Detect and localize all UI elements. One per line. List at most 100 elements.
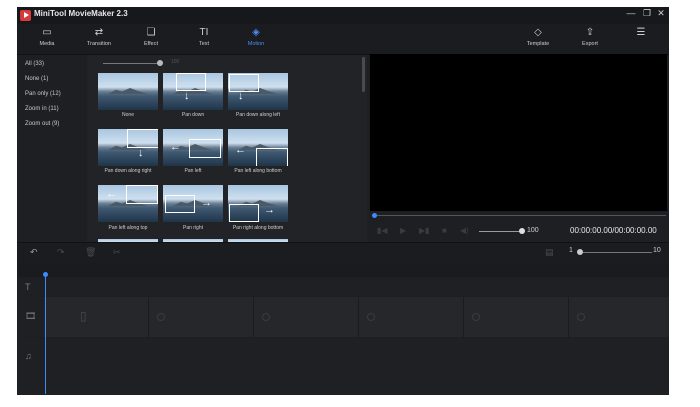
slider-track <box>103 63 158 64</box>
export-icon: ⇪ <box>585 27 595 38</box>
motion-category-sidebar: All (33) None (1) Pan only (12) Zoom in … <box>17 55 87 242</box>
next-frame-icon[interactable]: ▶▮ <box>419 226 430 235</box>
arrow-left-icon: ← <box>106 188 117 200</box>
motion-thumbnail-pan-right[interactable]: → <box>163 185 223 222</box>
motion-frame <box>229 74 259 92</box>
arrow-left-icon: ← <box>170 141 181 153</box>
media-drop-slot[interactable] <box>254 297 359 337</box>
effect-icon: ❏ <box>146 27 156 38</box>
volume-slider[interactable] <box>479 231 523 232</box>
fit-timeline-icon[interactable]: ▤ <box>545 247 554 258</box>
transition-slot-icon <box>367 313 375 321</box>
volume-handle[interactable] <box>519 228 525 234</box>
tab-transition[interactable]: ⇄ Transition <box>79 27 119 47</box>
timeline-zoom-slider[interactable] <box>577 252 652 253</box>
timeline-zoom-max: 10 <box>653 247 661 254</box>
tab-motion[interactable]: ◈ Motion <box>236 27 276 47</box>
volume-icon[interactable]: ◀) <box>460 226 469 235</box>
text-track: T <box>17 279 669 295</box>
panel-scrollbar[interactable] <box>362 57 365 92</box>
arrow-right-icon: → <box>264 204 275 216</box>
arrow-down-icon: ↓ <box>138 147 144 159</box>
video-preview <box>370 54 667 211</box>
playhead-handle[interactable] <box>43 272 48 277</box>
category-zoom-out[interactable]: Zoom out (9) <box>25 121 59 127</box>
motion-label: Pan right along bottom <box>232 225 284 231</box>
tab-effect-label: Effect <box>144 41 158 47</box>
template-icon: ◇ <box>534 27 542 38</box>
seek-bar[interactable] <box>374 215 666 216</box>
motion-thumbnail-pan-down-along-left[interactable]: ↓ <box>228 73 288 110</box>
delete-icon[interactable]: 🗑 <box>85 247 96 258</box>
category-all[interactable]: All (33) <box>25 61 44 67</box>
export-label: Export <box>582 41 598 47</box>
restore-button[interactable]: ❐ <box>641 8 653 19</box>
motion-frame <box>165 195 195 213</box>
media-drop-slot[interactable] <box>149 297 254 337</box>
redo-icon[interactable]: ↷ <box>57 247 65 258</box>
app-logo-icon <box>20 10 31 21</box>
minimize-button[interactable]: — <box>625 8 637 18</box>
timeline-zoom-handle[interactable] <box>577 249 583 255</box>
playhead[interactable] <box>45 274 46 394</box>
motion-frame <box>176 73 206 91</box>
text-icon: TI <box>199 27 209 38</box>
undo-icon[interactable]: ↶ <box>30 247 38 258</box>
tab-media[interactable]: ▭ Media <box>27 27 67 47</box>
transition-slot-icon <box>577 313 585 321</box>
tab-text[interactable]: TI Text <box>184 27 224 47</box>
tab-text-label: Text <box>198 41 210 47</box>
motion-frame <box>189 139 221 158</box>
motion-thumbnail-pan-down-along-right[interactable]: ↓ <box>98 129 158 166</box>
music-track: ♫ <box>17 339 669 395</box>
seek-handle[interactable] <box>372 213 377 218</box>
prev-frame-icon[interactable]: ▮◀ <box>377 226 388 235</box>
motion-frame <box>126 185 158 204</box>
play-icon[interactable]: ▶ <box>400 226 406 235</box>
video-track-body[interactable]: ▯ <box>44 297 669 337</box>
text-track-icon: T <box>25 282 31 292</box>
thumbnail-size-slider[interactable]: 100 <box>93 59 193 67</box>
media-drop-slot[interactable]: ▯ <box>44 297 149 337</box>
timecode: 00:00:00.00/00:00:00.00 <box>570 226 657 235</box>
title-bar: MiniTool MovieMaker 2.3 — ❐ ✕ <box>17 7 669 24</box>
slider-value: 100 <box>171 59 180 65</box>
export-button[interactable]: ⇪ Export <box>570 27 610 47</box>
arrow-left-icon: ← <box>235 144 246 156</box>
template-button[interactable]: ◇ Template <box>518 27 558 47</box>
category-none[interactable]: None (1) <box>25 76 48 82</box>
tab-motion-label: Motion <box>247 41 265 47</box>
motion-thumbnail-pan-left[interactable]: ← <box>163 129 223 166</box>
split-icon[interactable]: ✂ <box>113 247 121 258</box>
motion-thumbnail-none[interactable] <box>98 73 158 110</box>
motion-thumbnail-pan-left-along-top[interactable]: ← <box>98 185 158 222</box>
transition-slot-icon <box>472 313 480 321</box>
close-button[interactable]: ✕ <box>655 8 667 19</box>
tab-media-label: Media <box>39 41 55 47</box>
music-track-icon: ♫ <box>25 351 32 361</box>
tab-transition-label: Transition <box>87 41 111 47</box>
motion-frame <box>229 204 259 222</box>
media-drop-slot[interactable] <box>359 297 464 337</box>
media-drop-slot[interactable] <box>464 297 569 337</box>
motion-frame <box>127 129 158 148</box>
motion-thumbnail-pan-right-along-bottom[interactable]: → <box>228 185 288 222</box>
timeline-zoom-min: 1 <box>569 247 573 254</box>
folder-icon: ▭ <box>42 27 52 38</box>
arrow-right-icon: → <box>201 197 212 209</box>
slider-handle[interactable] <box>157 60 163 66</box>
category-pan-only[interactable]: Pan only (12) <box>25 91 61 97</box>
media-drop-slot[interactable] <box>569 297 669 337</box>
tab-effect[interactable]: ❏ Effect <box>131 27 171 47</box>
stop-icon[interactable]: ■ <box>442 226 447 235</box>
transition-slot-icon <box>157 313 165 321</box>
timeline-ruler[interactable] <box>17 263 669 277</box>
category-zoom-in[interactable]: Zoom in (11) <box>25 106 59 112</box>
menu-button[interactable]: ☰ <box>621 27 661 39</box>
motion-thumbnail-pan-down[interactable]: ↓ <box>163 73 223 110</box>
motion-thumbnail-pan-left-along-bottom[interactable]: ← <box>228 129 288 166</box>
app-title: MiniTool MovieMaker 2.3 <box>34 9 128 18</box>
motion-label: Pan left along bottom <box>234 168 282 174</box>
arrow-down-icon: ↓ <box>238 90 244 102</box>
motion-icon: ◈ <box>252 27 260 38</box>
